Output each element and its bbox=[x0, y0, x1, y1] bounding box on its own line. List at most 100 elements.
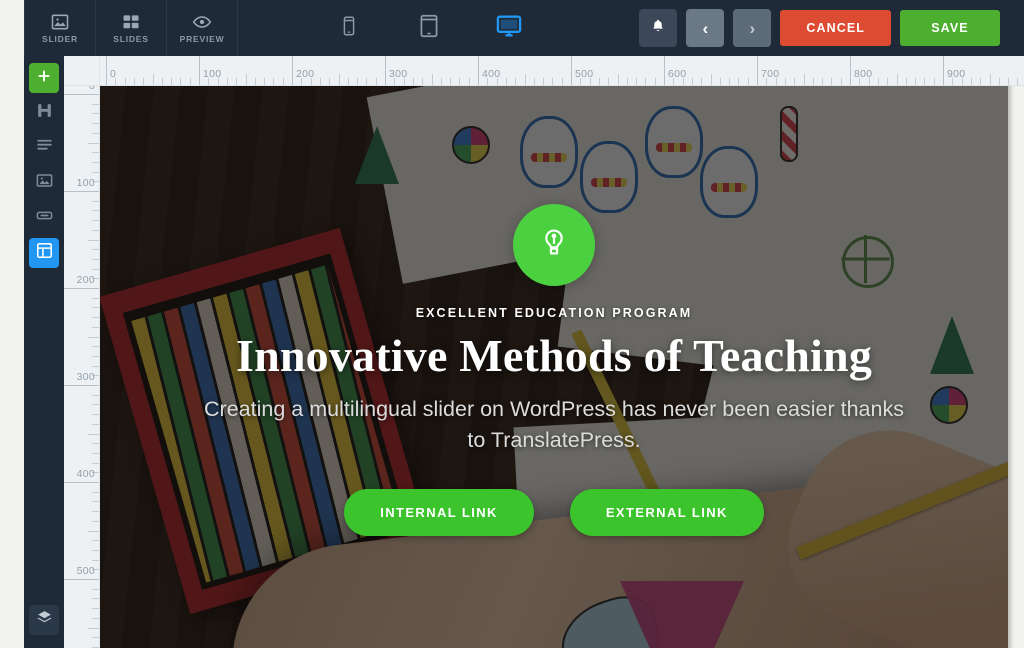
ruler-tick bbox=[88, 143, 99, 144]
ruler-tick bbox=[515, 78, 516, 85]
ruler-tick bbox=[92, 104, 99, 105]
device-desktop-button[interactable] bbox=[490, 9, 528, 47]
ruler-tick bbox=[64, 191, 99, 192]
lightbulb-badge[interactable] bbox=[513, 204, 595, 286]
ruler-tick bbox=[64, 94, 99, 95]
external-link-button[interactable]: EXTERNAL LINK bbox=[570, 489, 764, 536]
sidebar-item-heading[interactable] bbox=[29, 98, 59, 128]
slide-subline[interactable]: Creating a multilingual slider on WordPr… bbox=[204, 394, 904, 455]
ruler-tick bbox=[534, 78, 535, 85]
ruler-tick bbox=[92, 521, 99, 522]
ruler-tick bbox=[88, 434, 99, 435]
ruler-tick bbox=[608, 78, 609, 85]
ruler-tick bbox=[106, 56, 107, 85]
ruler-tick bbox=[162, 78, 163, 85]
tab-preview[interactable]: PREVIEW bbox=[167, 0, 238, 56]
device-mobile-button[interactable] bbox=[330, 9, 368, 47]
previous-slide-button[interactable]: ‹ bbox=[686, 9, 724, 47]
ruler-tick bbox=[804, 74, 805, 85]
next-slide-button[interactable]: › bbox=[733, 9, 771, 47]
toolbar-left-gap bbox=[0, 0, 24, 56]
eye-icon bbox=[192, 12, 212, 32]
ruler-tick bbox=[887, 78, 888, 85]
ruler-label: 100 bbox=[77, 177, 95, 189]
ruler-tick bbox=[92, 220, 99, 221]
ruler-tick bbox=[227, 78, 228, 85]
ruler-tick bbox=[88, 240, 99, 241]
ruler-tick bbox=[562, 78, 563, 85]
ruler-label: 0 bbox=[110, 68, 116, 80]
ruler-tick bbox=[1008, 78, 1009, 85]
slide-headline[interactable]: Innovative Methods of Teaching bbox=[236, 333, 872, 379]
ruler-tick bbox=[92, 366, 99, 367]
canvas-area: EXCELLENT EDUCATION PROGRAM Innovative M… bbox=[100, 86, 1024, 648]
desktop-icon bbox=[495, 12, 523, 45]
ruler-tick bbox=[64, 579, 99, 580]
slide-canvas[interactable]: EXCELLENT EDUCATION PROGRAM Innovative M… bbox=[100, 86, 1008, 648]
ruler-tick bbox=[422, 78, 423, 85]
ruler-tick bbox=[92, 123, 99, 124]
bell-icon bbox=[650, 18, 666, 39]
layers-icon bbox=[36, 609, 53, 631]
ruler-label: 900 bbox=[947, 68, 965, 80]
ruler-tick bbox=[199, 56, 200, 85]
tab-slider[interactable]: SLIDER bbox=[24, 0, 96, 56]
ruler-tick bbox=[506, 78, 507, 85]
left-tools-sidebar bbox=[24, 56, 64, 648]
ruler-tick bbox=[92, 540, 99, 541]
vertical-ruler[interactable]: 0100200300400500 bbox=[64, 86, 100, 648]
ruler-label: 300 bbox=[389, 68, 407, 80]
ruler-tick bbox=[134, 78, 135, 85]
ruler-tick bbox=[273, 78, 274, 85]
ruler-tick bbox=[92, 230, 99, 231]
ruler-tick bbox=[348, 78, 349, 85]
ruler-tick bbox=[841, 78, 842, 85]
notifications-button[interactable] bbox=[639, 9, 677, 47]
ruler-tick bbox=[92, 404, 99, 405]
phone-icon bbox=[338, 15, 360, 42]
tab-slider-label: SLIDER bbox=[42, 35, 78, 44]
ruler-tick bbox=[88, 531, 99, 532]
ruler-tick bbox=[729, 78, 730, 85]
device-tablet-button[interactable] bbox=[410, 9, 448, 47]
slide-eyebrow[interactable]: EXCELLENT EDUCATION PROGRAM bbox=[416, 306, 693, 320]
ruler-tick bbox=[990, 74, 991, 85]
sidebar-item-add[interactable] bbox=[29, 63, 59, 93]
ruler-tick bbox=[92, 453, 99, 454]
ruler-tick bbox=[92, 269, 99, 270]
ruler-tick bbox=[645, 78, 646, 85]
ruler-tick bbox=[813, 78, 814, 85]
ruler-label: 600 bbox=[668, 68, 686, 80]
ruler-tick bbox=[897, 74, 898, 85]
ruler-tick bbox=[92, 162, 99, 163]
chevron-left-icon: ‹ bbox=[702, 20, 708, 37]
sidebar-item-image[interactable] bbox=[29, 168, 59, 198]
horizontal-ruler[interactable]: 0100200300400500600700800900 bbox=[100, 56, 1024, 86]
left-edge-strip bbox=[0, 0, 24, 648]
ruler-tick bbox=[552, 78, 553, 85]
internal-link-button[interactable]: INTERNAL LINK bbox=[344, 489, 534, 536]
sidebar-item-button[interactable] bbox=[29, 203, 59, 233]
slide-button-row: INTERNAL LINK EXTERNAL LINK bbox=[344, 489, 764, 536]
tablet-icon bbox=[416, 13, 442, 44]
image-frame-icon bbox=[50, 12, 70, 32]
sidebar-item-text[interactable] bbox=[29, 133, 59, 163]
tab-slides[interactable]: SLIDES bbox=[96, 0, 167, 56]
save-button[interactable]: SAVE bbox=[900, 10, 1000, 46]
ruler-tick bbox=[92, 424, 99, 425]
ruler-tick bbox=[748, 78, 749, 85]
ruler-tick bbox=[757, 56, 758, 85]
ruler-tick bbox=[246, 74, 247, 85]
tab-preview-label: PREVIEW bbox=[180, 35, 225, 44]
ruler-tick bbox=[92, 598, 99, 599]
ruler-label: 500 bbox=[575, 68, 593, 80]
ruler-tick bbox=[822, 78, 823, 85]
ruler-tick bbox=[329, 78, 330, 85]
ruler-tick bbox=[92, 346, 99, 347]
ruler-label: 700 bbox=[761, 68, 779, 80]
ruler-tick bbox=[92, 414, 99, 415]
cancel-button[interactable]: CANCEL bbox=[780, 10, 891, 46]
sidebar-item-layout[interactable] bbox=[29, 238, 59, 268]
device-preview-switcher bbox=[330, 0, 528, 56]
sidebar-item-layers[interactable] bbox=[29, 605, 59, 635]
